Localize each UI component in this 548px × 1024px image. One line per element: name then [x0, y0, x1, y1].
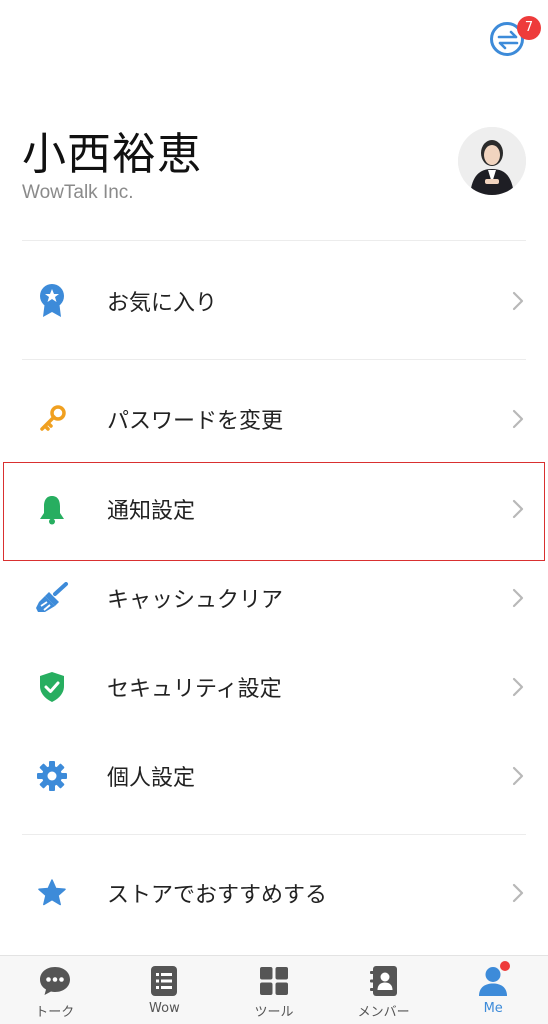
- chevron-right-icon: [512, 588, 524, 608]
- tab-members[interactable]: メンバー: [329, 956, 439, 1024]
- key-icon: [34, 401, 70, 437]
- chevron-right-icon: [512, 766, 524, 786]
- highlight-box: [3, 462, 545, 561]
- shield-check-icon: [34, 669, 70, 705]
- bottom-tab-bar: トーク Wow ツール メンバー Me: [0, 955, 548, 1024]
- user-name: 小西裕恵: [22, 129, 202, 180]
- tab-label: トーク: [35, 1005, 75, 1020]
- menu-item-label: お気に入り: [107, 291, 218, 316]
- favorite-ribbon-icon: [34, 283, 70, 319]
- tab-tools[interactable]: ツール: [219, 956, 329, 1024]
- chevron-right-icon: [512, 291, 524, 311]
- grid-icon: [257, 964, 291, 998]
- tab-label: ツール: [254, 1005, 294, 1020]
- menu-item-label: パスワードを変更: [107, 409, 284, 434]
- tab-talk[interactable]: トーク: [0, 956, 110, 1024]
- broom-icon: [34, 580, 70, 616]
- contacts-icon: [367, 964, 401, 998]
- divider: [22, 359, 526, 360]
- notification-badge: 7: [517, 16, 541, 40]
- menu-item-label: セキュリティ設定: [107, 677, 282, 702]
- tab-label: Me: [483, 1001, 503, 1016]
- chevron-right-icon: [512, 677, 524, 697]
- star-icon: [34, 875, 70, 911]
- company-name: WowTalk Inc.: [22, 182, 134, 203]
- gear-icon: [34, 758, 70, 794]
- list-icon: [147, 964, 181, 998]
- avatar[interactable]: [458, 127, 526, 195]
- menu-item-change-password[interactable]: パスワードを変更: [0, 379, 548, 459]
- divider: [22, 834, 526, 835]
- tab-label: Wow: [149, 1001, 180, 1016]
- menu-item-label: 個人設定: [107, 766, 196, 791]
- tab-wow[interactable]: Wow: [110, 956, 220, 1024]
- menu-item-personal-settings[interactable]: 個人設定: [0, 736, 548, 816]
- chat-bubble-icon: [38, 964, 72, 998]
- switch-account-icon: [497, 30, 519, 50]
- chevron-right-icon: [512, 883, 524, 903]
- tab-label: メンバー: [357, 1005, 410, 1020]
- menu-item-clear-cache[interactable]: キャッシュクリア: [0, 558, 548, 638]
- chevron-right-icon: [512, 409, 524, 429]
- tab-me[interactable]: Me: [438, 956, 548, 1024]
- menu-item-security-settings[interactable]: セキュリティ設定: [0, 647, 548, 727]
- menu-item-favorites[interactable]: お気に入り: [0, 261, 548, 341]
- menu-item-label: キャッシュクリア: [107, 588, 284, 613]
- menu-item-recommend-in-store[interactable]: ストアでおすすめする: [0, 853, 548, 933]
- menu-item-label: ストアでおすすめする: [107, 883, 328, 908]
- divider: [22, 240, 526, 241]
